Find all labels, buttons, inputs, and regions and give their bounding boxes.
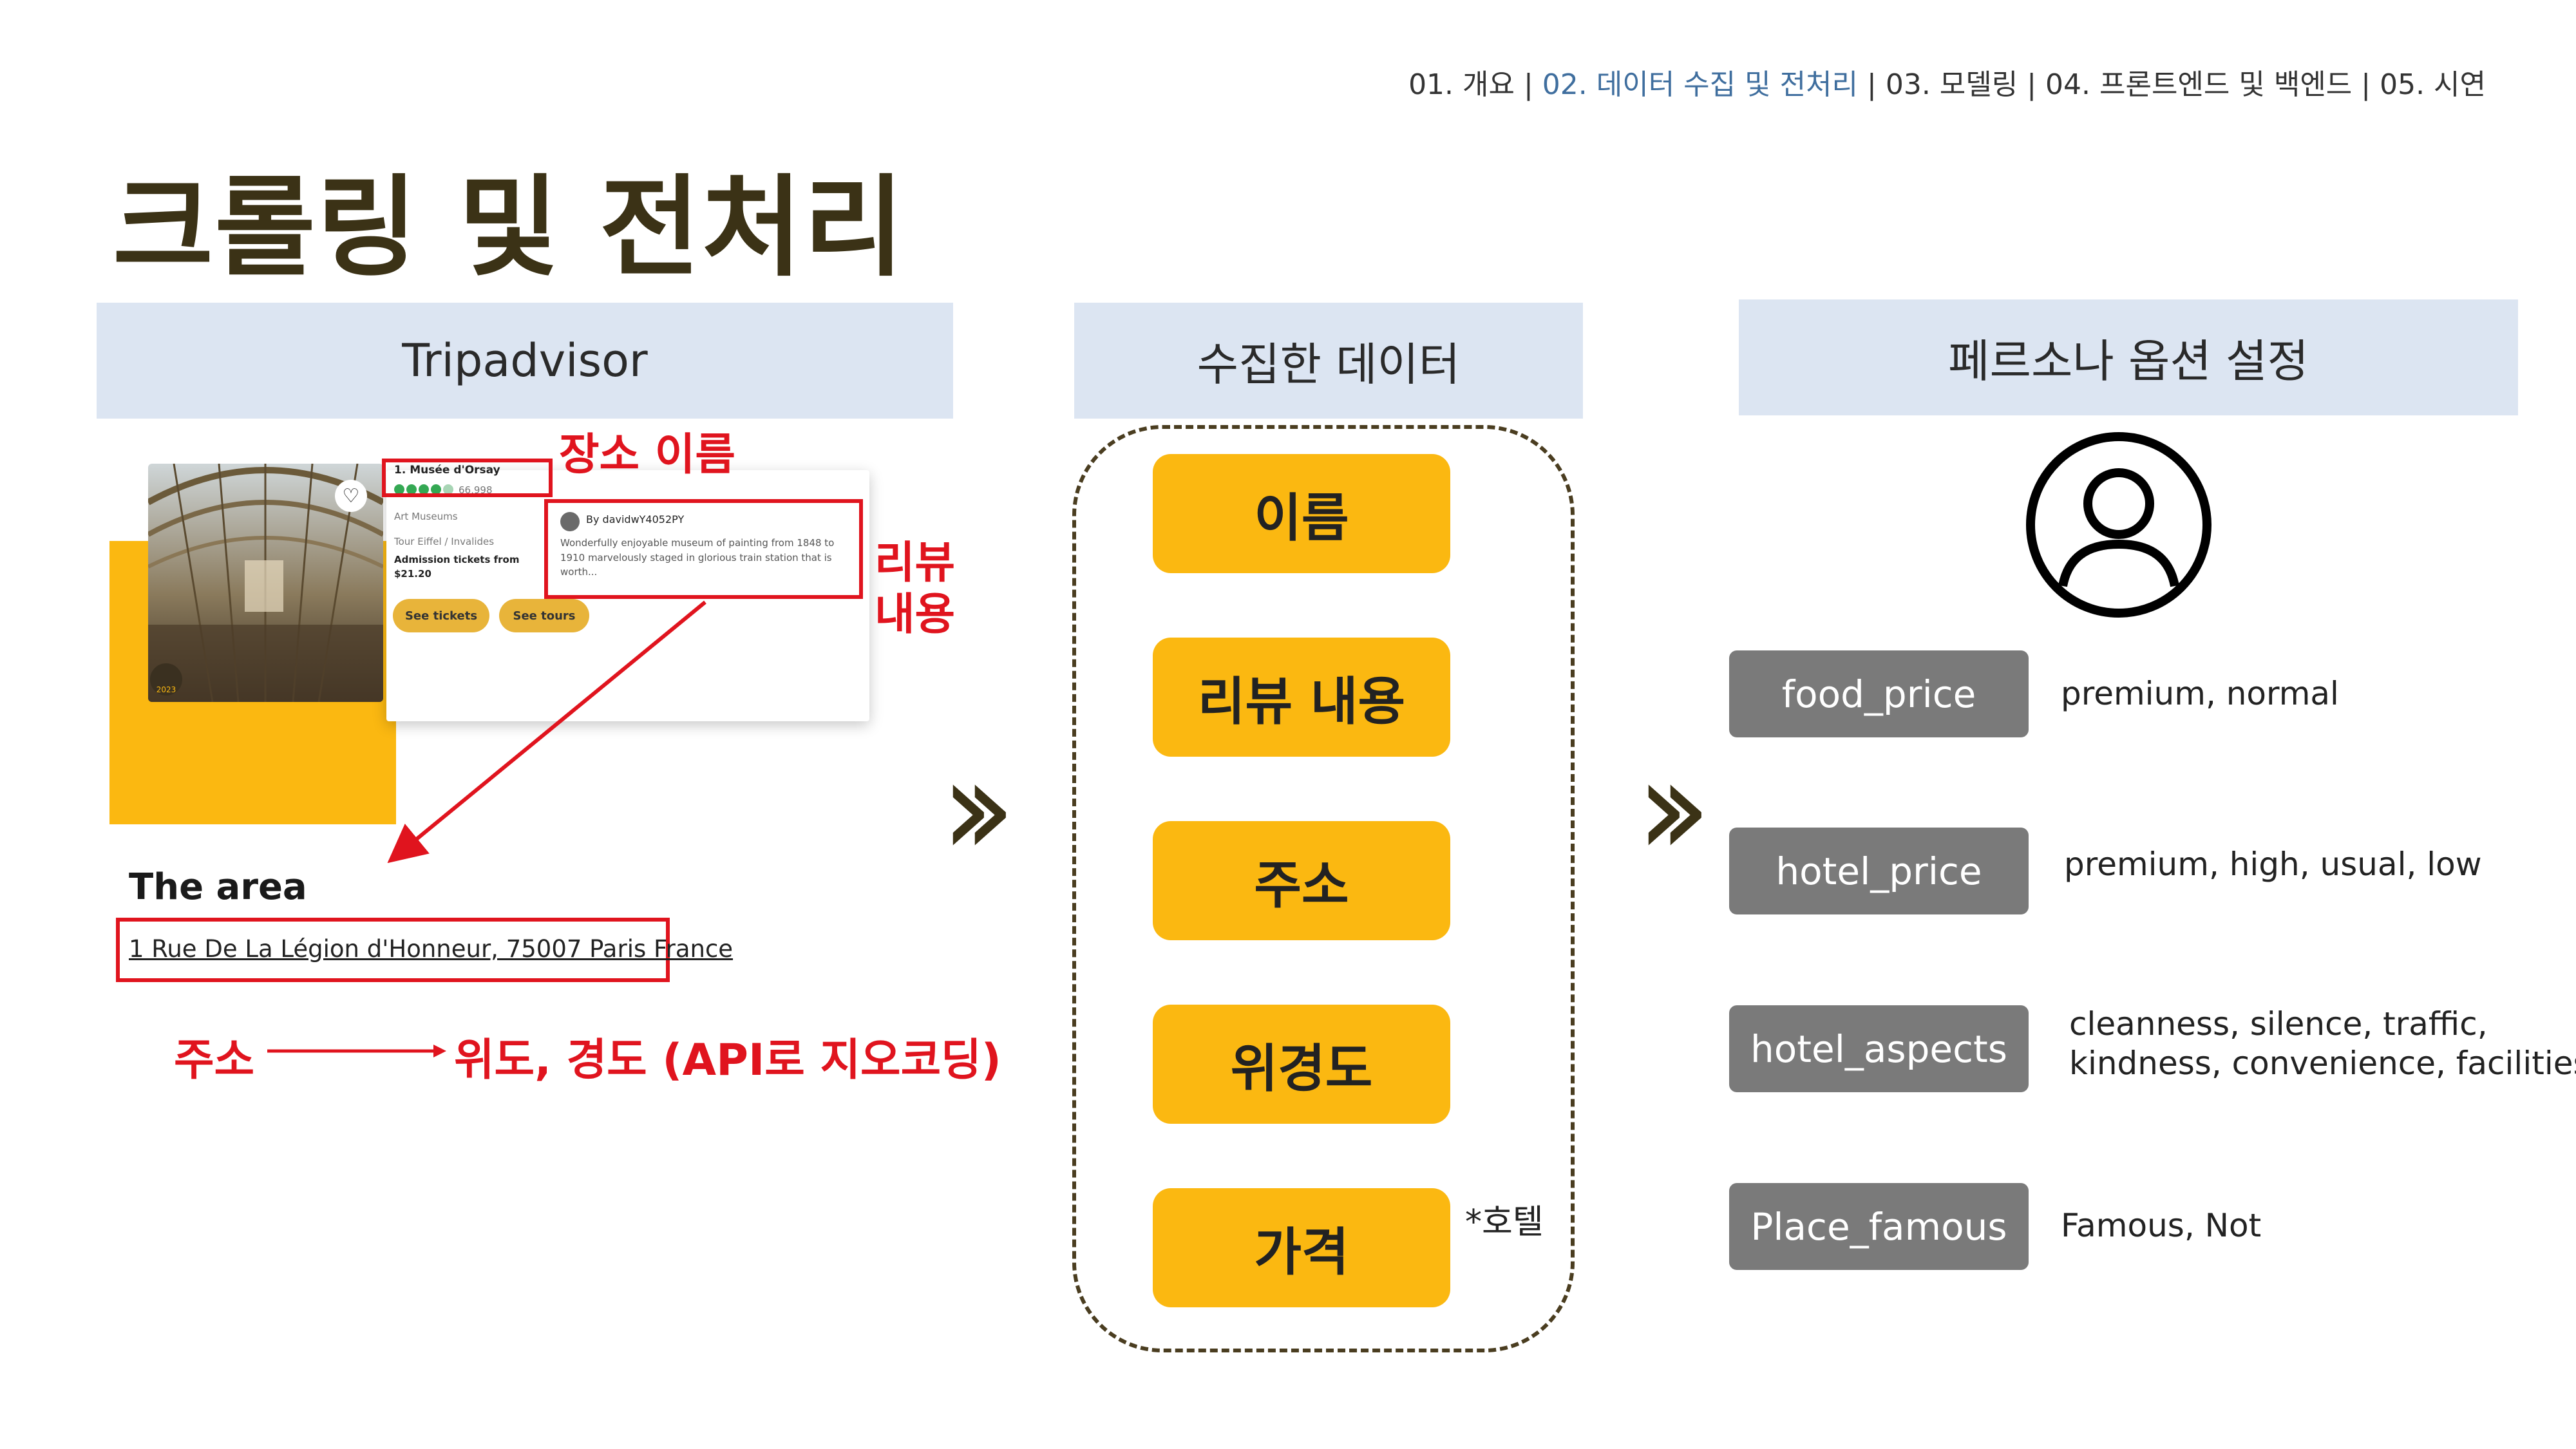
column-header-collected: 수집한 데이터 bbox=[1074, 303, 1583, 419]
area-heading: The area bbox=[129, 866, 307, 908]
collected-item-review: 리뷰 내용 bbox=[1153, 638, 1450, 757]
nav-pre: 01. 개요 | bbox=[1408, 68, 1542, 101]
badge-year: 2023 bbox=[156, 685, 176, 694]
card-tickets-label: Admission tickets from bbox=[394, 554, 520, 565]
option-place-famous-values: Famous, Not bbox=[2061, 1207, 2262, 1244]
card-category: Art Museums bbox=[394, 511, 458, 522]
award-badge: 2023 bbox=[150, 663, 182, 696]
annotation-review: 리뷰 내용 bbox=[875, 538, 956, 641]
collected-item-price: 가격 bbox=[1153, 1188, 1450, 1307]
column-header-tripadvisor: Tripadvisor bbox=[97, 303, 953, 419]
nav-active-section: 02. 데이터 수집 및 전처리 bbox=[1542, 68, 1859, 101]
option-hotel-price: hotel_price bbox=[1729, 828, 2029, 914]
collected-item-name: 이름 bbox=[1153, 454, 1450, 573]
option-hotel-price-values: premium, high, usual, low bbox=[2064, 846, 2482, 883]
annotation-place-name: 장소 이름 bbox=[559, 430, 735, 480]
option-hotel-aspects-values: cleanness, silence, traffic, kindness, c… bbox=[2069, 1005, 2576, 1082]
annotation-geocode: 위도, 경도 (API로 지오코딩) bbox=[454, 1035, 1001, 1086]
option-hotel-aspects: hotel_aspects bbox=[1729, 1005, 2029, 1092]
section-nav: 01. 개요 | 02. 데이터 수집 및 전처리 | 03. 모델링 | 04… bbox=[1408, 61, 2486, 102]
option-place-famous: Place_famous bbox=[1729, 1183, 2029, 1270]
collected-item-coordinates: 위경도 bbox=[1153, 1005, 1450, 1124]
place-name-highlight bbox=[382, 459, 553, 497]
page-title: 크롤링 및 전처리 bbox=[113, 164, 906, 292]
annotation-address: 주소 bbox=[174, 1035, 255, 1086]
nav-post: | 03. 모델링 | 04. 프론트엔드 및 백엔드 | 05. 시연 bbox=[1858, 68, 2486, 101]
option-food-price: food_price bbox=[1729, 650, 2029, 737]
chevron-right-icon: ›› bbox=[940, 729, 1016, 887]
annotation-arrow bbox=[387, 600, 706, 863]
geocode-arrow bbox=[267, 1045, 446, 1057]
heart-icon[interactable]: ♡ bbox=[335, 480, 367, 512]
review-highlight bbox=[544, 499, 863, 599]
area-address[interactable]: 1 Rue De La Légion d'Honneur, 75007 Pari… bbox=[129, 935, 733, 963]
column-header-persona: 페르소나 옵션 설정 bbox=[1739, 299, 2518, 415]
chevron-right-icon: ›› bbox=[1636, 729, 1712, 887]
collected-item-address: 주소 bbox=[1153, 821, 1450, 940]
option-food-price-values: premium, normal bbox=[2061, 675, 2339, 712]
card-tickets-price: $21.20 bbox=[394, 568, 431, 580]
user-icon bbox=[2026, 432, 2211, 618]
hotel-note: *호텔 bbox=[1465, 1203, 1544, 1242]
card-location: Tour Eiffel / Invalides bbox=[394, 536, 495, 547]
